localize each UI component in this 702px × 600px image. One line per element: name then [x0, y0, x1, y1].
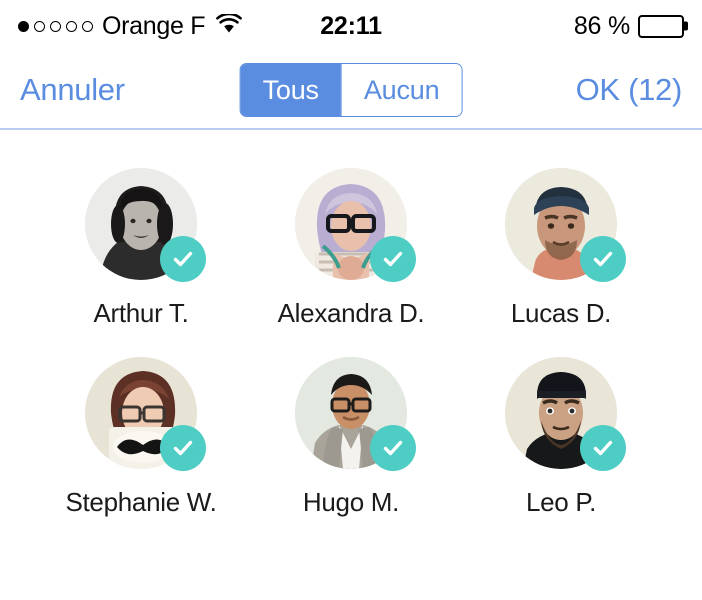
clock-label: 22:11 — [320, 11, 382, 40]
contact-name: Arthur T. — [93, 298, 189, 328]
battery-icon — [638, 14, 688, 38]
contact-grid: Arthur T. Alexandra D. Lucas D. Stephani… — [0, 130, 702, 518]
carrier-label: Orange F — [102, 11, 206, 40]
status-bar: Orange F 22:11 86 % — [0, 0, 702, 52]
signal-strength-icon — [18, 20, 93, 32]
segment-tous[interactable]: Tous — [240, 64, 341, 116]
contact-name: Lucas D. — [510, 298, 612, 328]
segment-aucun[interactable]: Aucun — [340, 64, 462, 116]
contact-cell[interactable]: Stephanie W. — [36, 357, 246, 518]
avatar[interactable] — [505, 357, 626, 471]
contact-name: Leo P. — [525, 487, 597, 517]
selected-check-icon — [160, 425, 206, 471]
selected-check-icon — [580, 236, 626, 282]
selected-check-icon — [370, 425, 416, 471]
selected-check-icon — [160, 236, 206, 282]
battery-percent-label: 86 % — [573, 11, 630, 40]
contact-cell[interactable]: Alexandra D. — [246, 168, 456, 329]
app-screen: Orange F 22:11 86 % Annuler Tous Aucun O… — [0, 0, 702, 600]
wifi-icon — [216, 12, 243, 39]
contact-name: Hugo M. — [302, 487, 400, 517]
contact-name: Alexandra D. — [277, 298, 425, 328]
select-all-segmented-control[interactable]: Tous Aucun — [239, 63, 463, 117]
selected-check-icon — [580, 425, 626, 471]
confirm-ok-button[interactable]: OK (12) — [576, 72, 683, 108]
contact-cell[interactable]: Lucas D. — [456, 168, 666, 329]
avatar[interactable] — [505, 168, 626, 282]
avatar[interactable] — [85, 357, 206, 471]
avatar[interactable] — [85, 168, 206, 282]
avatar[interactable] — [295, 168, 416, 282]
avatar[interactable] — [295, 357, 416, 471]
contact-cell[interactable]: Hugo M. — [246, 357, 456, 518]
navigation-bar: Annuler Tous Aucun OK (12) — [0, 52, 702, 130]
cancel-button[interactable]: Annuler — [20, 72, 125, 108]
selected-check-icon — [370, 236, 416, 282]
contact-cell[interactable]: Arthur T. — [36, 168, 246, 329]
contact-cell[interactable]: Leo P. — [456, 357, 666, 518]
status-bar-left: Orange F — [18, 11, 243, 41]
contact-name: Stephanie W. — [65, 487, 217, 517]
status-bar-right: 86 % — [573, 11, 688, 41]
